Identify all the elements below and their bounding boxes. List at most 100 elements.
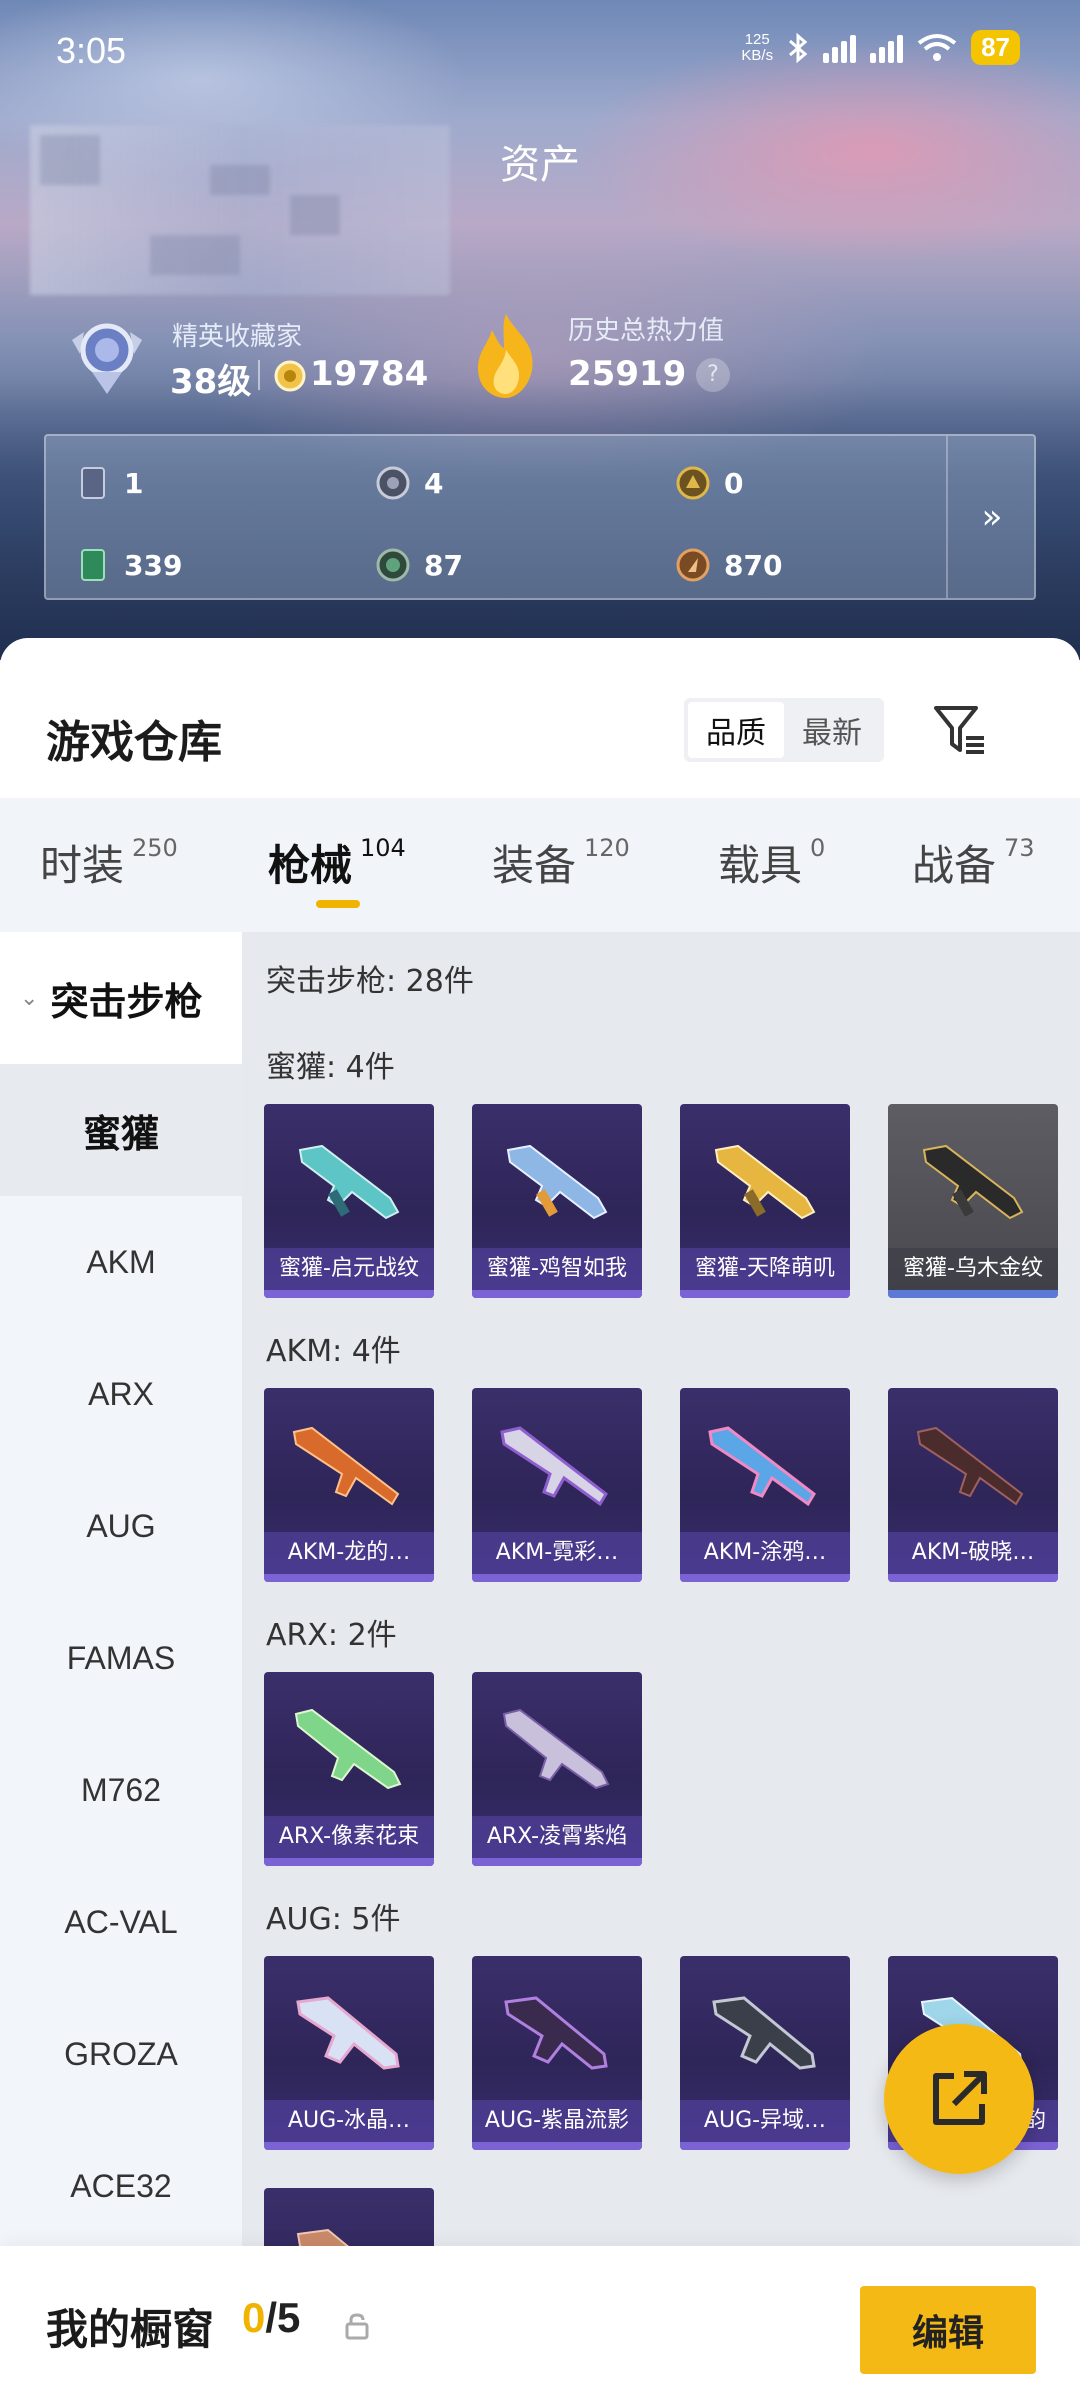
skin-card[interactable]: AUG-冰晶… bbox=[264, 1956, 434, 2150]
rank-level: 38级 bbox=[170, 362, 252, 402]
tab-label: 战备 bbox=[912, 841, 997, 890]
edit-button[interactable]: 编辑 bbox=[860, 2286, 1036, 2374]
showcase-bar: 我的橱窗 0/5 编辑 bbox=[0, 2246, 1080, 2400]
sidebar-item-arx[interactable]: ARX bbox=[0, 1328, 242, 1460]
rifle-icon bbox=[294, 1708, 402, 1790]
sidebar-item-ac-val[interactable]: AC-VAL bbox=[0, 1856, 242, 1988]
stat-value: 4 bbox=[424, 466, 444, 500]
fire-icon bbox=[478, 314, 533, 398]
sidebar-group-label: 突击步枪 bbox=[50, 979, 203, 1024]
tab-count: 0 bbox=[810, 834, 826, 862]
status-bar: 3:05 125 KB/s 87 bbox=[0, 0, 1080, 100]
stat-value: 870 bbox=[724, 548, 783, 582]
group-title: 蜜獾: 4件 bbox=[266, 1050, 395, 1085]
filter-icon[interactable] bbox=[930, 700, 990, 760]
skin-name: AUG-冰晶… bbox=[264, 2100, 434, 2142]
page-title: 资产 bbox=[500, 142, 580, 188]
skin-name: 蜜獾-天降萌叽 bbox=[680, 1248, 850, 1290]
rifle-icon bbox=[708, 1426, 816, 1507]
skin-card[interactable]: ARX-像素花束 bbox=[264, 1672, 434, 1866]
tab-label: 枪械 bbox=[268, 841, 353, 890]
tab-label: 载具 bbox=[718, 841, 803, 890]
collection-coin-value: 19784 bbox=[310, 354, 429, 394]
tab-count: 250 bbox=[132, 834, 178, 862]
sidebar-item-groza[interactable]: GROZA bbox=[0, 1988, 242, 2120]
skin-card[interactable]: AUG-异域… bbox=[680, 1956, 850, 2150]
rifle-icon bbox=[298, 1144, 400, 1220]
skin-name: 蜜獾-乌木金纹 bbox=[888, 1248, 1058, 1290]
stat-gold: 0 bbox=[676, 466, 743, 500]
stat-value: 87 bbox=[424, 548, 463, 582]
skin-card[interactable]: 蜜獾-启元战纹 bbox=[264, 1104, 434, 1298]
rifle-icon bbox=[504, 1996, 608, 2070]
skin-name: AKM-霓彩… bbox=[472, 1532, 642, 1574]
skin-card[interactable]: 蜜獾-乌木金纹 bbox=[888, 1104, 1058, 1298]
green-ticket-icon bbox=[81, 549, 105, 581]
rifle-icon bbox=[292, 1426, 400, 1506]
stat-ticket: 339 bbox=[76, 548, 182, 582]
lock-icon bbox=[345, 2313, 369, 2340]
tab-supplies[interactable]: 战备 73 bbox=[912, 832, 1035, 893]
tab-count: 73 bbox=[1004, 834, 1035, 862]
sort-quality-button[interactable]: 品质 bbox=[688, 702, 784, 758]
stat-silver: 4 bbox=[376, 466, 443, 500]
tab-equipment[interactable]: 装备 120 bbox=[492, 832, 630, 893]
rifle-icon bbox=[506, 1144, 608, 1220]
skin-name: ARX-像素花束 bbox=[264, 1816, 434, 1858]
stats-more-button[interactable]: » bbox=[948, 436, 1036, 598]
skin-name: ARX-凌霄紫焰 bbox=[472, 1816, 642, 1858]
rifle-icon bbox=[500, 1426, 608, 1507]
sidebar-item-akm[interactable]: AKM bbox=[0, 1196, 242, 1328]
sidebar-item-ace32[interactable]: ACE32 bbox=[0, 2120, 242, 2252]
sidebar-item-m762[interactable]: M762 bbox=[0, 1724, 242, 1856]
skin-card[interactable]: AKM-破晓… bbox=[888, 1388, 1058, 1582]
tab-count: 120 bbox=[584, 834, 630, 862]
stat-card: 1 bbox=[76, 466, 143, 500]
heat-label: 历史总热力值 bbox=[568, 316, 725, 346]
tab-count: 104 bbox=[360, 834, 406, 862]
sidebar-item-famas[interactable]: FAMAS bbox=[0, 1592, 242, 1724]
showcase-current: 0 bbox=[242, 2294, 266, 2341]
skin-name: AKM-龙的… bbox=[264, 1532, 434, 1574]
category-tabs: 时装 250 枪械 104 装备 120 载具 0 战备 73 bbox=[0, 798, 1080, 932]
showcase-total: /5 bbox=[265, 2294, 301, 2341]
sidebar-group-assault-rifles[interactable]: ⌄ 突击步枪 bbox=[0, 932, 242, 1064]
tab-firearms[interactable]: 枪械 104 bbox=[268, 832, 406, 893]
share-fab[interactable] bbox=[884, 2024, 1034, 2174]
tab-fashion[interactable]: 时装 250 bbox=[40, 832, 178, 893]
skin-card[interactable]: AKM-霓彩… bbox=[472, 1388, 642, 1582]
gold-token-icon bbox=[676, 466, 710, 500]
status-icons: 125 KB/s 87 bbox=[741, 30, 1020, 65]
net-speed-unit: KB/s bbox=[741, 46, 774, 64]
rifle-icon bbox=[922, 1144, 1024, 1220]
collection-coin-icon bbox=[274, 360, 306, 392]
net-speed-value: 125 bbox=[744, 30, 770, 48]
chevron-down-icon: ⌄ bbox=[20, 985, 39, 1011]
green-orb-icon bbox=[376, 548, 410, 582]
asset-header: 3:05 125 KB/s 87 资产 精英收藏家 38级 19784 历史总热… bbox=[0, 0, 1080, 660]
rank-label: 精英收藏家 bbox=[172, 322, 303, 352]
sort-newest-button[interactable]: 最新 bbox=[784, 702, 880, 758]
stat-bronze: 870 bbox=[676, 548, 782, 582]
tab-vehicles[interactable]: 载具 0 bbox=[718, 832, 825, 893]
category-count: 突击步枪: 28件 bbox=[266, 964, 474, 999]
rifle-icon bbox=[712, 1996, 816, 2070]
group-title: AUG: 5件 bbox=[266, 1902, 401, 1937]
stat-orb: 87 bbox=[376, 548, 463, 582]
sort-toggle: 品质 最新 bbox=[684, 698, 884, 762]
skin-name: AKM-涂鸦… bbox=[680, 1532, 850, 1574]
help-icon[interactable]: ? bbox=[696, 358, 730, 392]
skin-card[interactable]: 蜜獾-天降萌叽 bbox=[680, 1104, 850, 1298]
stat-value: 0 bbox=[724, 466, 744, 500]
skin-card[interactable]: AUG-紫晶流影 bbox=[472, 1956, 642, 2150]
sidebar-item-honey-badger[interactable]: 蜜獾 bbox=[0, 1064, 242, 1196]
sidebar-item-aug[interactable]: AUG bbox=[0, 1460, 242, 1592]
skin-card[interactable]: ARX-凌霄紫焰 bbox=[472, 1672, 642, 1866]
skin-card[interactable]: AKM-涂鸦… bbox=[680, 1388, 850, 1582]
rank-badge-icon bbox=[72, 323, 142, 394]
skin-card[interactable]: 蜜獾-鸡智如我 bbox=[472, 1104, 642, 1298]
skin-card[interactable]: AKM-龙的… bbox=[264, 1388, 434, 1582]
skin-name: 蜜獾-启元战纹 bbox=[264, 1248, 434, 1290]
skin-name: AUG-紫晶流影 bbox=[472, 2100, 642, 2142]
wifi-icon bbox=[917, 33, 957, 61]
